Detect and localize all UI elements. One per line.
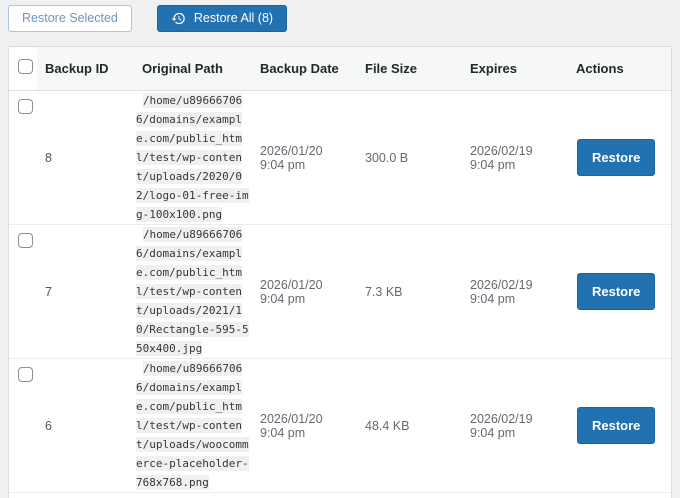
column-header-actions: Actions xyxy=(568,47,671,91)
restore-all-label: Restore All (8) xyxy=(194,12,273,25)
actions-cell: Restore xyxy=(568,359,671,493)
row-checkbox[interactable] xyxy=(18,233,33,248)
original-path-cell: /home/u896667066/domains/example.com/pub… xyxy=(134,225,252,359)
row-checkbox-cell xyxy=(9,91,37,225)
backups-table-container: Backup ID Original Path Backup Date File… xyxy=(8,46,672,498)
original-path-value: /home/u896667066/domains/example.com/pub… xyxy=(136,361,249,490)
backups-table: Backup ID Original Path Backup Date File… xyxy=(9,47,671,498)
file-size-value: 48.4 KB xyxy=(357,359,462,493)
actions-cell: Restore xyxy=(568,91,671,225)
restore-all-button[interactable]: Restore All (8) xyxy=(157,5,287,32)
expires-value: 2026/02/19 9:04 pm xyxy=(462,359,568,493)
backup-id-value: 7 xyxy=(37,225,134,359)
select-all-checkbox[interactable] xyxy=(18,59,33,74)
file-size-value: 7.3 KB xyxy=(357,225,462,359)
table-row: 8 /home/u896667066/domains/example.com/p… xyxy=(9,91,671,225)
column-header-file-size: File Size xyxy=(357,47,462,91)
restore-row-button[interactable]: Restore xyxy=(577,139,655,176)
column-header-backup-id: Backup ID xyxy=(37,47,134,91)
original-path-value: /home/u896667066/domains/example.com/pub… xyxy=(136,93,249,222)
original-path-cell: /home/u896667066/domains/example.com/pub… xyxy=(134,359,252,493)
file-size-value: 300.0 B xyxy=(357,91,462,225)
table-body: 8 /home/u896667066/domains/example.com/p… xyxy=(9,91,671,498)
row-checkbox[interactable] xyxy=(18,99,33,114)
backup-id-value: 8 xyxy=(37,91,134,225)
column-header-expires: Expires xyxy=(462,47,568,91)
restore-history-icon xyxy=(171,11,186,26)
backup-date-value: 2026/01/20 9:04 pm xyxy=(252,359,357,493)
table-row: 6 /home/u896667066/domains/example.com/p… xyxy=(9,359,671,493)
row-checkbox-cell xyxy=(9,359,37,493)
table-row-partial xyxy=(9,493,671,498)
expires-value: 2026/02/19 9:04 pm xyxy=(462,91,568,225)
restore-selected-button[interactable]: Restore Selected xyxy=(8,5,132,32)
expires-value: 2026/02/19 9:04 pm xyxy=(462,225,568,359)
actions-cell: Restore xyxy=(568,225,671,359)
column-header-backup-date: Backup Date xyxy=(252,47,357,91)
column-header-original-path: Original Path xyxy=(134,47,252,91)
restore-row-button[interactable]: Restore xyxy=(577,407,655,444)
table-row: 7 /home/u896667066/domains/example.com/p… xyxy=(9,225,671,359)
backup-id-value: 6 xyxy=(37,359,134,493)
row-checkbox-cell xyxy=(9,225,37,359)
select-all-header-cell xyxy=(9,47,37,91)
original-path-value: /home/u896667066/domains/example.com/pub… xyxy=(136,227,249,356)
original-path-cell: /home/u896667066/domains/example.com/pub… xyxy=(134,91,252,225)
restore-row-button[interactable]: Restore xyxy=(577,273,655,310)
partial-row-cell xyxy=(9,493,671,498)
toolbar: Restore Selected Restore All (8) xyxy=(8,5,672,32)
table-header: Backup ID Original Path Backup Date File… xyxy=(9,47,671,91)
row-checkbox[interactable] xyxy=(18,367,33,382)
backup-date-value: 2026/01/20 9:04 pm xyxy=(252,91,357,225)
backups-page: Restore Selected Restore All (8) Bac xyxy=(0,0,680,498)
backup-date-value: 2026/01/20 9:04 pm xyxy=(252,225,357,359)
